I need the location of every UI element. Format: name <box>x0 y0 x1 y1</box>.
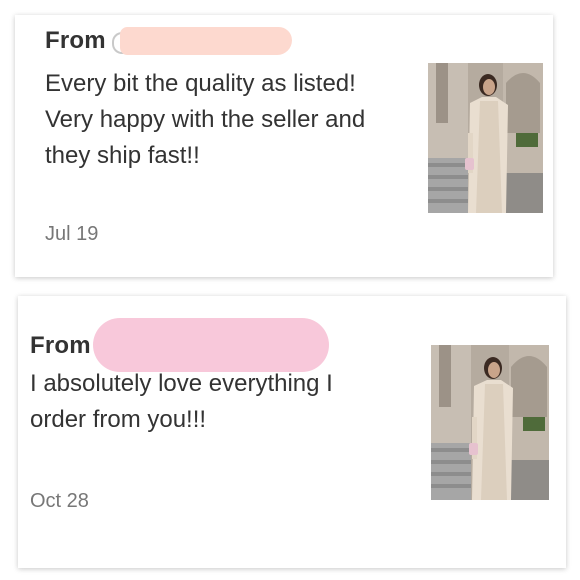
from-label: From <box>45 27 106 54</box>
screenshot-stage: From Every bit the quality as listed! Ve… <box>0 0 580 580</box>
product-thumbnail[interactable] <box>431 345 549 500</box>
from-label: From <box>30 332 91 359</box>
review-card: From Every bit the quality as listed! Ve… <box>15 15 553 277</box>
product-photo-dress <box>428 63 543 213</box>
redacted-sender-name <box>92 318 329 372</box>
review-message: Every bit the quality as listed! Very ha… <box>45 70 366 169</box>
review-sender-row: From <box>30 318 329 372</box>
review-date: Jul 19 <box>45 223 99 245</box>
product-thumbnail[interactable] <box>428 63 543 213</box>
review-date: Oct 28 <box>30 490 89 512</box>
review-card: From I absolutely love everything I orde… <box>18 296 566 568</box>
redacted-sender-name <box>119 27 292 55</box>
product-photo-dress <box>431 345 549 500</box>
review-sender-row: From <box>45 27 292 55</box>
review-message: I absolutely love everything I order fro… <box>30 370 333 433</box>
